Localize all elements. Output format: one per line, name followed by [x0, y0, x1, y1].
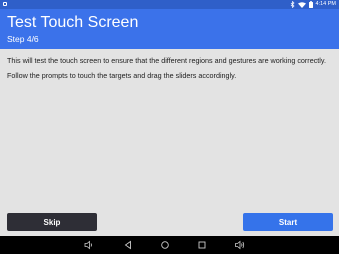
- volume-up-icon[interactable]: [235, 240, 245, 250]
- battery-icon: [308, 1, 313, 8]
- notification-icon: [3, 2, 7, 6]
- start-button[interactable]: Start: [243, 213, 333, 231]
- step-indicator: Step 4/6: [7, 34, 39, 44]
- volume-down-icon[interactable]: [84, 240, 94, 250]
- instruction-paragraph-2: Follow the prompts to touch the targets …: [7, 70, 237, 80]
- status-icons: 4:14 PM: [290, 0, 336, 9]
- skip-button[interactable]: Skip: [7, 213, 97, 231]
- bluetooth-icon: [290, 1, 295, 8]
- back-icon[interactable]: [123, 240, 133, 250]
- status-bar: 4:14 PM: [0, 0, 339, 9]
- instructions: This will test the touch screen to ensur…: [7, 56, 327, 85]
- recents-icon[interactable]: [197, 240, 207, 250]
- instruction-paragraph-1: This will test the touch screen to ensur…: [7, 56, 326, 65]
- status-time: 4:14 PM: [315, 1, 336, 7]
- home-icon[interactable]: [160, 240, 170, 250]
- wifi-icon: [297, 1, 306, 8]
- page-title: Test Touch Screen: [7, 14, 139, 31]
- app-header: Test Touch Screen Step 4/6: [0, 9, 339, 49]
- navigation-bar: [0, 236, 339, 254]
